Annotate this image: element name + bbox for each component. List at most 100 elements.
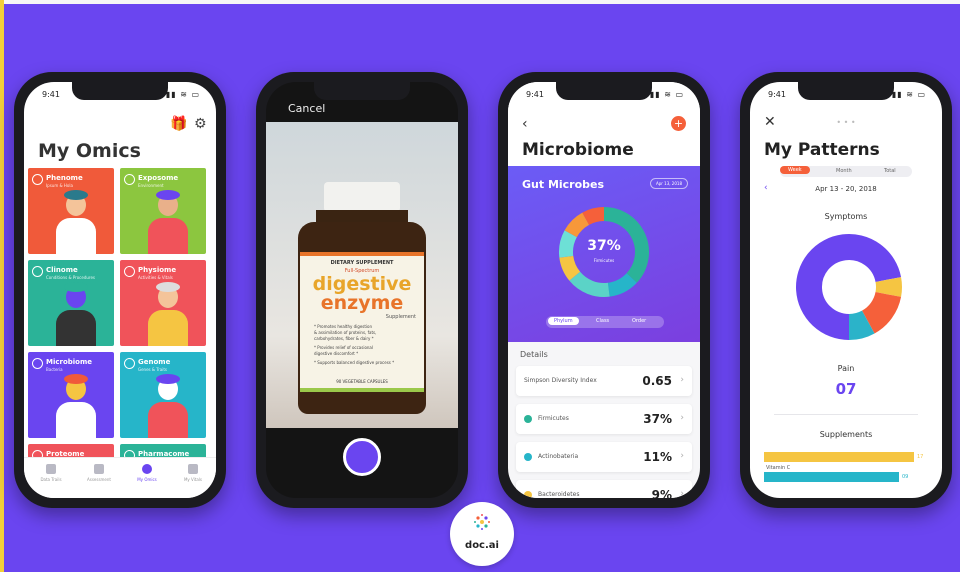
- donut-slice: [569, 271, 610, 297]
- segment-phylum[interactable]: Phylum: [548, 317, 579, 325]
- signal-wifi-battery-icon: ▮▮ ≋ ▭: [649, 90, 684, 99]
- legend-dot: [524, 491, 532, 498]
- omics-tile-physiome[interactable]: Physiome Activities & Vitals: [120, 260, 206, 346]
- label-bullet: digestive discomfort *: [314, 351, 359, 356]
- tile-icon: [124, 358, 135, 369]
- status-time: 9:41: [42, 90, 60, 99]
- tile-sublabel: Conditions & Procedures: [46, 275, 96, 280]
- tile-label: Microbiome: [46, 358, 93, 366]
- briefcase-icon: [94, 464, 104, 474]
- phone-microbiome: 9:41 ▮▮ ≋ ▭ ‹ + Microbiome Gut Microbes …: [498, 72, 710, 508]
- chevron-right-icon: ›: [680, 451, 684, 461]
- illustration-figure-hair: [64, 190, 88, 200]
- page-title: My Omics: [38, 140, 141, 162]
- legend-dot: [524, 415, 532, 423]
- tile-label: Exposome: [138, 174, 179, 182]
- screen: 9:41 ▮▮ ≋ ▭ ‹ + Microbiome Gut Microbes …: [508, 82, 700, 498]
- omics-tile-microbiome[interactable]: Microbiome Bacteria: [28, 352, 114, 438]
- back-chevron-icon[interactable]: ‹: [522, 116, 528, 132]
- notch: [556, 82, 652, 100]
- doc-ai-logo: doc.ai: [450, 502, 514, 566]
- notch: [798, 82, 894, 100]
- tab-label: My Vitals: [183, 477, 203, 482]
- top-edge: [0, 0, 960, 4]
- row-label: Simpson Diversity Index: [524, 377, 597, 384]
- illustration-figure-body: [56, 310, 96, 346]
- screen: 9:41 ▮▮ ≋ ▭ ✕ • • • My Patterns Week Mon…: [750, 82, 942, 498]
- phone-camera-scan: Cancel DIETARY SUPPLEMENT Full-Spectrum …: [256, 72, 468, 508]
- gear-icon[interactable]: ⚙: [194, 116, 207, 132]
- doc-ai-mark-icon: [474, 514, 490, 530]
- tab-label: My Omics: [137, 477, 157, 482]
- donut-slice: [875, 277, 902, 297]
- detail-row[interactable]: Actinobateria 11% ›: [516, 442, 692, 472]
- symptoms-donut-chart: [796, 234, 902, 340]
- label-word-enzyme: enzyme: [320, 292, 404, 314]
- gut-microbes-card: Gut Microbes Apr 13, 2018 37% Firmicutes…: [508, 166, 700, 342]
- tab-data-trails[interactable]: Data Trails: [28, 464, 74, 482]
- taxonomy-segment: Phylum Class Order: [546, 316, 664, 328]
- supplement-bar-label: Vitamin C: [766, 465, 791, 471]
- cancel-button[interactable]: Cancel: [288, 102, 325, 115]
- donut-percent: 37%: [587, 238, 621, 254]
- tab-my-vitals[interactable]: My Vitals: [170, 464, 216, 482]
- date-pill[interactable]: Apr 13, 2018: [649, 178, 688, 189]
- detail-row[interactable]: Simpson Diversity Index 0.65 ›: [516, 366, 692, 396]
- tile-sublabel: Bacteria: [46, 367, 63, 372]
- shutter-button[interactable]: [343, 438, 381, 476]
- chevron-right-icon: ›: [680, 489, 684, 498]
- illustration-figure-hair: [156, 190, 180, 200]
- bottle-cap: [324, 182, 400, 212]
- logo-text: doc.ai: [465, 540, 499, 551]
- row-value: 9%: [651, 488, 672, 498]
- add-button[interactable]: +: [671, 116, 686, 131]
- label-bullet: * Supports balanced digestive process *: [314, 360, 395, 365]
- page-title: Microbiome: [522, 140, 634, 160]
- chevron-right-icon: ›: [680, 413, 684, 423]
- segment-order[interactable]: Order: [632, 318, 646, 324]
- tab-my-omics[interactable]: My Omics: [124, 464, 170, 482]
- donut-slice: [564, 212, 590, 238]
- status-time: 9:41: [526, 90, 544, 99]
- segment-class[interactable]: Class: [596, 318, 609, 324]
- segment-month[interactable]: Month: [836, 168, 852, 174]
- segment-week[interactable]: Week: [780, 166, 810, 174]
- symptoms-heading: Symptoms: [824, 212, 868, 221]
- detail-row[interactable]: Bacteroidetes 9% ›: [516, 480, 692, 498]
- tile-sublabel: Ipsum & Hola: [46, 183, 73, 188]
- row-label: Firmicutes: [538, 415, 569, 422]
- screen: Cancel DIETARY SUPPLEMENT Full-Spectrum …: [266, 82, 458, 498]
- signal-wifi-battery-icon: ▮▮ ≋ ▭: [891, 90, 926, 99]
- tile-sublabel: Genes & Traits: [138, 367, 168, 372]
- camera-viewfinder: DIETARY SUPPLEMENT Full-Spectrum digesti…: [266, 122, 458, 428]
- tile-icon: [32, 174, 43, 185]
- omics-tile-genome[interactable]: Genome Genes & Traits: [120, 352, 206, 438]
- bottle-label: DIETARY SUPPLEMENT Full-Spectrum digesti…: [300, 252, 424, 392]
- card-title: Gut Microbes: [522, 178, 605, 191]
- chevron-right-icon: ›: [680, 375, 684, 385]
- supplement-bottle: DIETARY SUPPLEMENT Full-Spectrum digesti…: [298, 182, 426, 414]
- divider: [774, 414, 918, 415]
- gift-icon[interactable]: 🎁: [170, 116, 187, 132]
- illustration-figure-body: [148, 310, 188, 346]
- label-top: DIETARY SUPPLEMENT: [330, 260, 394, 266]
- label-bullet: & assimilation of proteins, fats,: [314, 330, 377, 335]
- omics-tile-clinome[interactable]: Clinome Conditions & Procedures: [28, 260, 114, 346]
- omics-tile-exposome[interactable]: Exposome Environment: [120, 168, 206, 254]
- tab-assessment[interactable]: Assessment: [76, 464, 122, 482]
- segment-total[interactable]: Total: [884, 168, 896, 174]
- tab-label: Data Trails: [40, 477, 62, 482]
- illustration-figure-hair: [64, 374, 88, 384]
- row-value: 11%: [643, 450, 672, 464]
- tile-sublabel: Environment: [138, 183, 164, 188]
- tile-icon: [32, 266, 43, 277]
- phone-my-omics: 9:41 ▮▮ ≋ ▭ 🎁 ⚙ My Omics Phenome Ipsum & …: [14, 72, 226, 508]
- supplement-bar: [764, 472, 899, 482]
- phone-my-patterns: 9:41 ▮▮ ≋ ▭ ✕ • • • My Patterns Week Mon…: [740, 72, 952, 508]
- omics-tile-phenome[interactable]: Phenome Ipsum & Hola: [28, 168, 114, 254]
- row-value: 0.65: [642, 374, 672, 388]
- label-supplement: Supplement: [385, 314, 416, 320]
- signal-wifi-battery-icon: ▮▮ ≋ ▭: [165, 90, 200, 99]
- donut-label: Firmicutes: [593, 258, 615, 263]
- detail-row[interactable]: Firmicutes 37% ›: [516, 404, 692, 434]
